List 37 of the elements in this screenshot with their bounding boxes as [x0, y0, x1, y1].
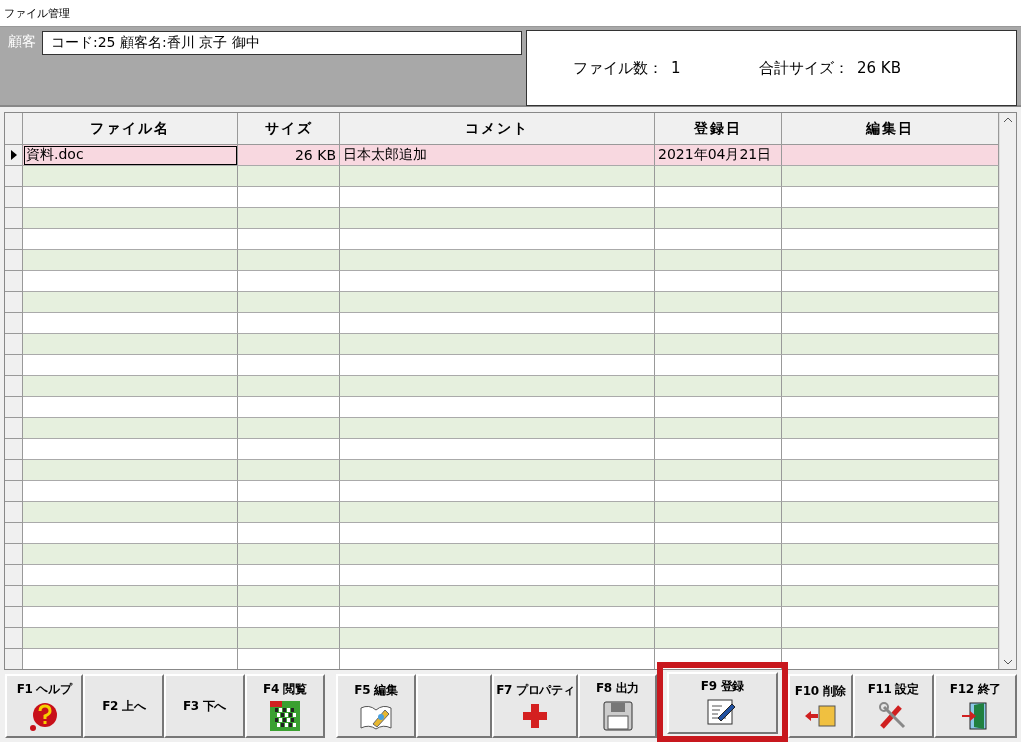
window-title: ファイル管理	[4, 5, 70, 21]
column-header[interactable]: 登録日	[655, 113, 782, 145]
table-cell: 26 KB	[238, 145, 340, 166]
table-cell: 資料.doc	[23, 145, 238, 166]
file-count-value: 1	[671, 59, 682, 77]
total-size-value: 26 KB	[857, 59, 901, 77]
blank-button[interactable]	[416, 674, 493, 738]
arrow-bar-icon	[803, 703, 838, 729]
column-header[interactable]: コメント	[340, 113, 655, 145]
file-count-label: ファイル数：	[573, 58, 663, 78]
customer-field: コード:25 顧客名:香川 京子 御中	[42, 31, 522, 55]
function-key-button[interactable]: F12 終了	[933, 674, 1017, 738]
column-header[interactable]: 編集日	[782, 113, 999, 145]
total-size-label: 合計サイズ：	[759, 58, 849, 78]
function-key-button[interactable]: F2 上へ	[83, 674, 165, 738]
column-header[interactable]: サイズ	[238, 113, 340, 145]
function-key-button[interactable]: F9 登録	[666, 672, 779, 734]
column-header[interactable]: ファイル名	[23, 113, 238, 145]
customer-label: 顧客	[7, 32, 37, 51]
function-key-button[interactable]: F4 閲覧	[244, 674, 325, 738]
checkered-flag-icon	[269, 701, 300, 731]
table-cell: 2021年04月21日	[655, 145, 782, 166]
scroll-up-icon[interactable]	[1003, 117, 1013, 123]
cross-icon	[521, 702, 550, 730]
row-header[interactable]	[5, 145, 23, 166]
scroll-down-icon[interactable]	[1003, 659, 1013, 665]
table-cell: 日本太郎追加	[340, 145, 655, 166]
function-key-button[interactable]: F8 出力	[578, 674, 657, 738]
corner-header	[5, 113, 23, 145]
function-key-button[interactable]: F7 プロパティ	[492, 674, 579, 738]
function-key-button[interactable]: F5 編集	[335, 674, 417, 738]
function-key-button[interactable]: F11 設定	[852, 674, 934, 738]
function-key-button[interactable]: F3 下へ	[164, 674, 245, 738]
row-pointer-icon	[10, 150, 17, 160]
function-key-button[interactable]: F10 削除	[788, 674, 853, 738]
question-icon	[29, 701, 60, 731]
function-key-button[interactable]: F1 ヘルプ	[5, 674, 84, 738]
